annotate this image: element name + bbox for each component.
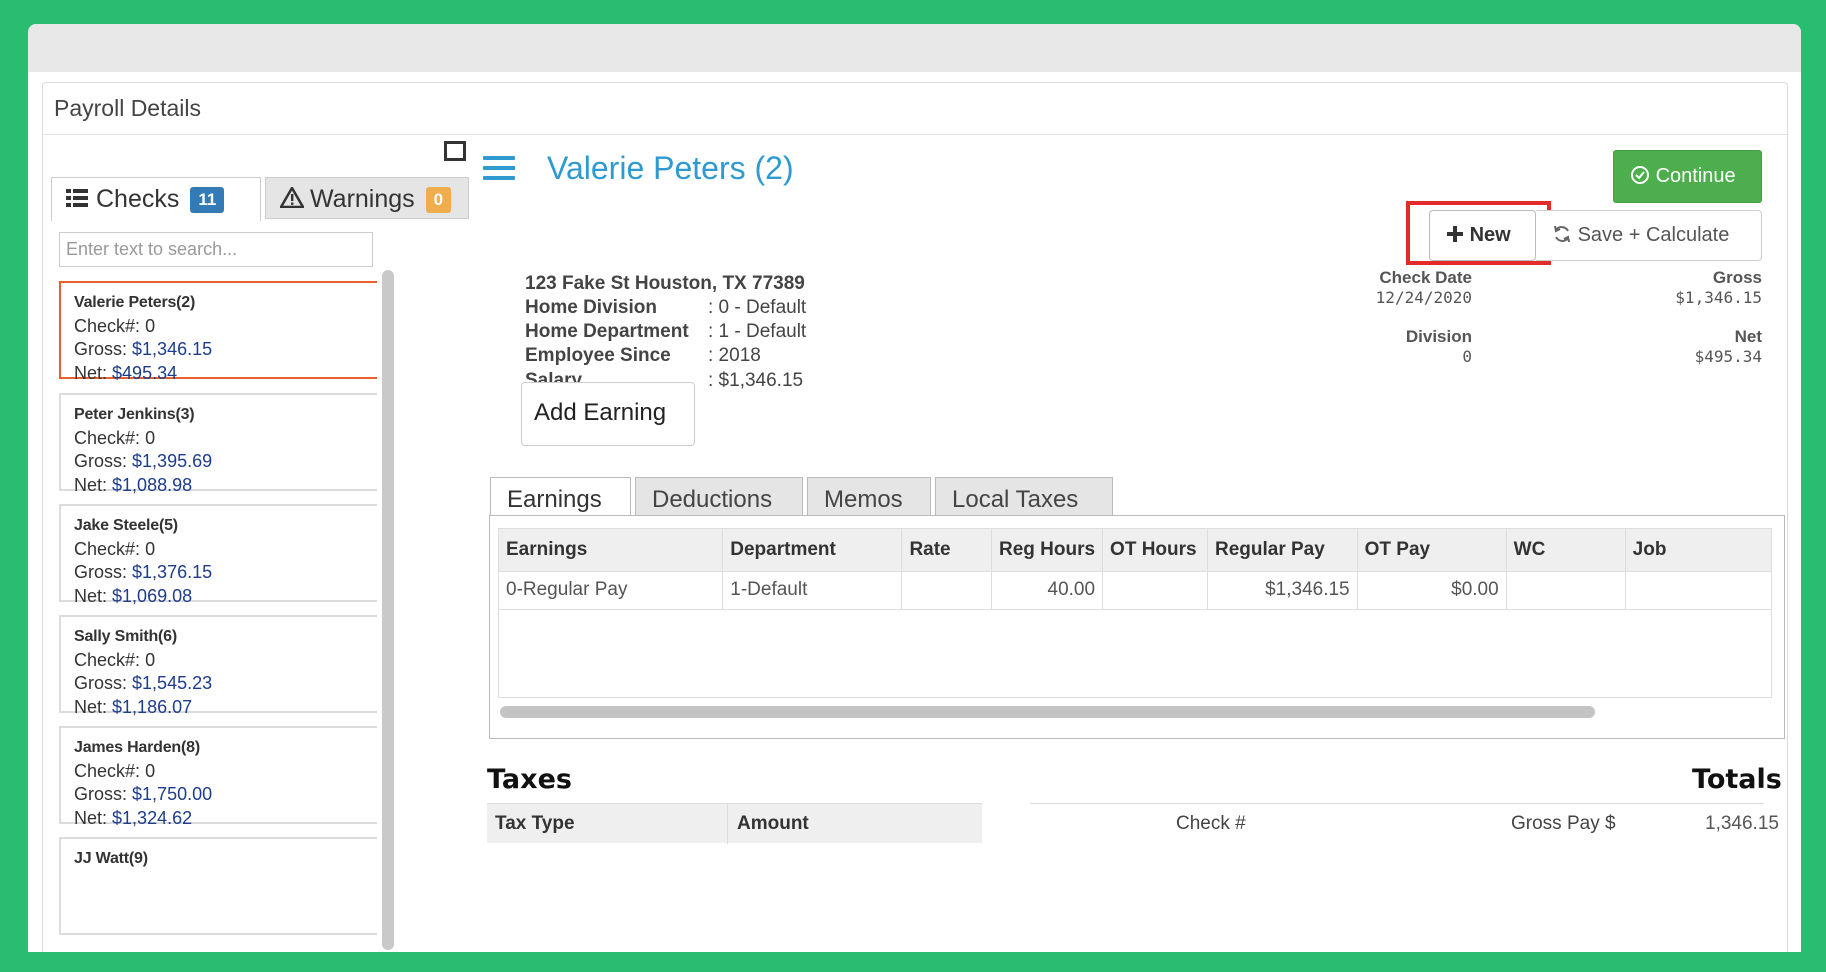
column-header[interactable]: OT Pay [1357,529,1507,572]
checks-count-badge: 11 [190,187,225,214]
checks-list: Valerie Peters(2) Check#: 0 Gross: $1,34… [57,281,377,952]
tab-memos[interactable]: Memos [807,477,931,519]
check-gross-row: Gross: $1,346.15 [74,339,213,359]
column-header[interactable]: Job [1625,529,1771,572]
table-row[interactable]: 0-Regular Pay 1-Default 40.00 $1,346.15 … [499,571,1771,610]
totals-row: Check # Gross Pay $ 1,346.15 [1030,803,1779,843]
column-header[interactable]: Amount [737,813,809,835]
continue-button[interactable]: Continue [1613,150,1762,203]
check-net-row: Net: $495.34 [74,362,178,383]
tab-checks-label: Checks [96,185,180,213]
check-gross-row: Gross: $1,395.69 [74,451,213,471]
check-net-row: Net: $1,069.08 [74,585,193,606]
check-number-row: Check#: 0 [74,649,156,670]
gross-block: Gross $1,346.15 [1675,268,1762,307]
employee-address: 123 Fake St Houston, TX 77389 [525,273,805,294]
list-item[interactable]: Sally Smith(6) Check#: 0 Gross: $1,545.2… [59,615,377,717]
search-input[interactable] [59,232,373,267]
column-header[interactable]: Earnings [499,529,724,572]
totals-check-label: Check # [1176,813,1246,834]
column-header[interactable]: Reg Hours [991,529,1104,572]
app-window: Payroll Details Checks 11 Warnings 0 Val… [28,24,1801,952]
column-header[interactable]: Department [722,529,903,572]
table-cell[interactable] [1506,571,1626,610]
tab-deductions[interactable]: Deductions [635,477,803,519]
tab-checks[interactable]: Checks 11 [51,177,261,221]
list-item[interactable]: Valerie Peters(2) Check#: 0 Gross: $1,34… [59,281,377,383]
list-item[interactable]: JJ Watt(9) [59,837,377,935]
earnings-grid: Earnings Department Rate Reg Hours OT Ho… [498,528,1772,698]
earnings-table: Earnings Department Rate Reg Hours OT Ho… [499,529,1771,610]
check-gross-row: Gross: $1,545.23 [74,673,213,693]
refresh-icon [1552,224,1578,246]
check-net-row: Net: $1,324.62 [74,807,193,828]
division-block: Division 0 [1405,327,1472,366]
table-cell[interactable]: $0.00 [1357,571,1507,610]
save-calculate-button[interactable]: Save + Calculate [1536,210,1762,261]
totals-gross-pay-value: 1,346.15 [1705,813,1779,834]
column-header[interactable]: Regular Pay [1207,529,1358,572]
maximize-icon[interactable] [444,141,466,161]
new-button-highlight [1406,201,1551,265]
check-number-row: Check#: 0 [74,538,156,559]
warnings-count-badge: 0 [425,187,452,214]
taxes-table-header: Tax Type Amount [487,803,982,844]
tab-local-taxes[interactable]: Local Taxes [935,477,1113,519]
page-title: Valerie Peters (2) [547,150,794,186]
check-date-block: Check Date 12/24/2020 [1375,268,1472,307]
list-item[interactable]: Jake Steele(5) Check#: 0 Gross: $1,376.1… [59,504,377,606]
check-name: Valerie Peters(2) [74,294,196,311]
hamburger-menu-icon[interactable] [483,156,515,182]
list-scrollbar[interactable] [382,270,394,950]
check-number-row: Check#: 0 [74,315,156,336]
check-name: James Harden(8) [74,739,200,756]
check-net-row: Net: $1,186.07 [74,696,193,717]
column-header[interactable]: WC [1506,529,1626,572]
panel-title: Payroll Details [43,83,1787,135]
list-item[interactable]: Peter Jenkins(3) Check#: 0 Gross: $1,395… [59,393,377,495]
check-gross-row: Gross: $1,750.00 [74,784,213,804]
table-cell[interactable]: 40.00 [991,571,1104,610]
check-name: JJ Watt(9) [74,850,148,867]
check-number-row: Check#: 0 [74,760,156,781]
table-cell[interactable]: 0-Regular Pay [499,571,724,610]
table-header-row: Earnings Department Rate Reg Hours OT Ho… [499,529,1771,572]
table-cell[interactable] [1102,571,1208,610]
check-net-row: Net: $1,088.98 [74,474,193,495]
table-cell[interactable] [1625,571,1771,610]
browser-top-bar [28,24,1801,72]
totals-gross-pay-label: Gross Pay $ [1511,813,1616,834]
totals-heading: Totals [1692,764,1782,795]
check-number-row: Check#: 0 [74,427,156,448]
tab-warnings[interactable]: Warnings 0 [265,177,469,219]
add-earning-button[interactable]: Add Earning [521,382,695,446]
warning-icon [279,186,305,215]
check-name: Peter Jenkins(3) [74,406,195,423]
tab-warnings-label: Warnings [310,185,415,213]
column-header[interactable]: Rate [901,529,992,572]
table-cell[interactable]: 1-Default [722,571,903,610]
list-icon [66,186,90,215]
list-item[interactable]: James Harden(8) Check#: 0 Gross: $1,750.… [59,726,377,828]
table-cell[interactable] [901,571,992,610]
check-gross-row: Gross: $1,376.15 [74,562,213,582]
earnings-grid-container: Earnings Department Rate Reg Hours OT Ho… [489,515,1785,739]
horizontal-scrollbar[interactable] [500,706,1595,718]
check-name: Sally Smith(6) [74,628,178,645]
check-circle-icon [1630,165,1656,187]
taxes-heading: Taxes [487,764,572,795]
column-header[interactable]: Tax Type [495,813,575,835]
table-cell[interactable]: $1,346.15 [1207,571,1358,610]
column-header[interactable]: OT Hours [1102,529,1208,572]
net-block: Net $495.34 [1694,327,1762,366]
check-name: Jake Steele(5) [74,517,178,534]
